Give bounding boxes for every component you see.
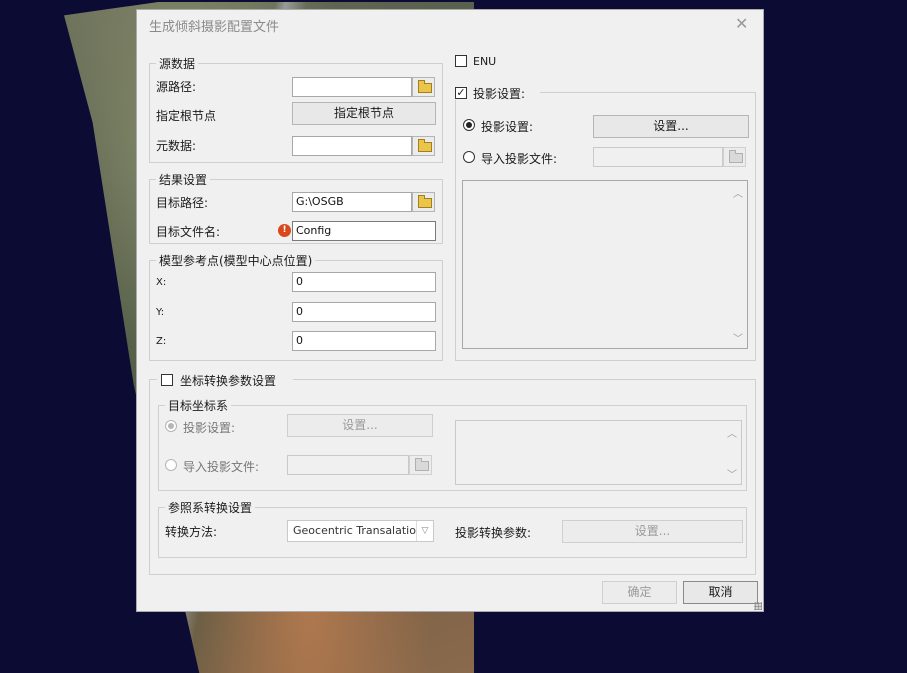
- transform-method-select[interactable]: Geocentric Transalation ▽: [287, 520, 434, 542]
- resize-grip-icon[interactable]: [754, 602, 762, 610]
- x-input[interactable]: 0: [292, 272, 436, 292]
- root-node-button[interactable]: 指定根节点: [292, 102, 436, 125]
- target-import-projection-label: 导入投影文件:: [183, 460, 260, 474]
- source-path-browse-button[interactable]: [412, 77, 435, 97]
- import-projection-radio[interactable]: [463, 151, 475, 163]
- scroll-down-icon[interactable]: ﹀: [733, 330, 743, 345]
- enu-checkbox[interactable]: [455, 55, 467, 67]
- target-import-projection-radio[interactable]: [165, 459, 177, 471]
- target-import-projection-input[interactable]: [287, 455, 409, 475]
- projection-settings-legend: 投影设置:: [473, 87, 526, 101]
- z-label: Z:: [156, 336, 167, 347]
- metadata-label: 元数据:: [156, 139, 197, 153]
- close-icon[interactable]: ✕: [735, 14, 748, 33]
- source-path-input[interactable]: [292, 77, 412, 97]
- projection-setting-radio[interactable]: [463, 119, 475, 131]
- reference-transform-legend: 参照系转换设置: [168, 501, 253, 515]
- result-settings-legend: 结果设置: [159, 173, 208, 187]
- coordinate-transform-legend: 坐标转换参数设置: [180, 374, 277, 388]
- source-path-label: 源路径:: [156, 80, 197, 94]
- transform-params-label: 投影转换参数:: [455, 526, 532, 540]
- projection-info-textarea[interactable]: ︿ ﹀: [462, 180, 748, 349]
- metadata-browse-button[interactable]: [412, 136, 435, 156]
- target-projection-setting-label: 投影设置:: [183, 421, 236, 435]
- scroll-up-icon[interactable]: ︿: [727, 425, 737, 440]
- coordinate-transform-checkbox[interactable]: [161, 374, 173, 386]
- target-projection-setting-radio[interactable]: [165, 420, 177, 432]
- target-projection-setting-button[interactable]: 设置...: [287, 414, 433, 437]
- enu-label: ENU: [473, 55, 497, 68]
- chevron-down-icon[interactable]: ▽: [416, 521, 433, 541]
- x-label: X:: [156, 277, 167, 288]
- transform-params-button[interactable]: 设置...: [562, 520, 743, 543]
- projection-setting-label: 投影设置:: [481, 120, 534, 134]
- transform-method-label: 转换方法:: [165, 525, 218, 539]
- import-projection-browse-button[interactable]: [723, 147, 746, 167]
- target-import-projection-browse-button[interactable]: [409, 455, 432, 475]
- target-file-input[interactable]: Config: [292, 221, 436, 241]
- projection-setting-button[interactable]: 设置...: [593, 115, 749, 138]
- import-projection-input[interactable]: [593, 147, 723, 167]
- target-path-input[interactable]: G:\OSGB: [292, 192, 412, 212]
- dialog-title: 生成倾斜摄影配置文件: [149, 20, 280, 35]
- folder-open-icon: [418, 139, 432, 152]
- target-file-label: 目标文件名:: [156, 225, 221, 239]
- source-data-legend: 源数据: [159, 57, 196, 71]
- projection-settings-checkbox[interactable]: ✓: [455, 87, 467, 99]
- folder-open-icon: [415, 458, 429, 471]
- error-icon: !: [278, 224, 291, 237]
- config-dialog: 生成倾斜摄影配置文件 ✕ 源数据 源路径: 指定根节点 指定根节点 元数据: 结…: [136, 9, 764, 612]
- model-reference-point-legend: 模型参考点(模型中心点位置): [159, 254, 313, 268]
- z-input[interactable]: 0: [292, 331, 436, 351]
- y-label: Y:: [156, 307, 165, 318]
- target-path-label: 目标路径:: [156, 196, 209, 210]
- transform-method-value: Geocentric Transalation: [293, 524, 423, 537]
- projection-info-scrollbar[interactable]: ︿ ﹀: [731, 182, 746, 347]
- target-crs-legend: 目标坐标系: [168, 399, 229, 413]
- folder-open-icon: [418, 80, 432, 93]
- scroll-down-icon[interactable]: ﹀: [727, 466, 737, 481]
- metadata-input[interactable]: [292, 136, 412, 156]
- cancel-button[interactable]: 取消: [683, 581, 758, 604]
- folder-open-icon: [418, 195, 432, 208]
- import-projection-label: 导入投影文件:: [481, 152, 558, 166]
- target-crs-info-scrollbar[interactable]: ︿ ﹀: [725, 422, 740, 483]
- scroll-up-icon[interactable]: ︿: [733, 185, 743, 200]
- folder-open-icon: [729, 150, 743, 163]
- target-crs-info-textarea[interactable]: ︿ ﹀: [455, 420, 742, 485]
- root-node-label: 指定根节点: [156, 109, 217, 123]
- target-path-browse-button[interactable]: [412, 192, 435, 212]
- y-input[interactable]: 0: [292, 302, 436, 322]
- ok-button[interactable]: 确定: [602, 581, 677, 604]
